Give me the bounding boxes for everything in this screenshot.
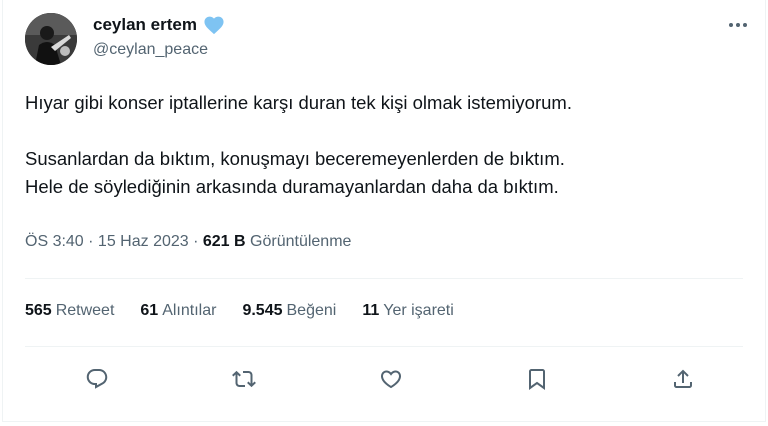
tweet-card: ceylan ertem @ceylan_peace Hıyar gibi ko…: [2, 0, 766, 422]
stat-label: Retweet: [55, 302, 115, 319]
author-display-name[interactable]: ceylan ertem: [93, 15, 197, 35]
stat-retweets[interactable]: 565 Retweet: [25, 302, 114, 320]
divider: [25, 278, 743, 279]
stat-count: 11: [362, 302, 380, 319]
reply-icon: [86, 369, 108, 389]
stat-label: Alıntılar: [162, 302, 217, 319]
retweet-button[interactable]: [228, 363, 260, 395]
more-icon: [729, 23, 747, 27]
author-name-row[interactable]: ceylan ertem: [93, 14, 225, 36]
meta-separator: ·: [83, 233, 98, 250]
stat-label: Beğeni: [286, 302, 337, 319]
reply-button[interactable]: [81, 363, 113, 395]
tweet-line: Hele de söylediğinin arkasında duramayan…: [25, 176, 559, 197]
stat-count: 9.545: [242, 302, 283, 319]
divider: [25, 346, 743, 347]
blue-heart-icon: [203, 15, 225, 35]
stat-count: 61: [140, 302, 159, 319]
tweet-line: Hıyar gibi konser iptallerine karşı dura…: [25, 92, 572, 113]
avatar[interactable]: [25, 13, 77, 65]
share-icon: [674, 369, 692, 388]
stat-quotes[interactable]: 61 Alıntılar: [140, 302, 216, 320]
tweet-line: Susanlardan da bıktım, konuşmayı becerem…: [25, 148, 565, 169]
author-handle[interactable]: @ceylan_peace: [93, 41, 208, 59]
stat-likes[interactable]: 9.545 Beğeni: [242, 302, 336, 320]
share-button[interactable]: [667, 363, 699, 395]
stat-count: 565: [25, 302, 52, 319]
views-label: Görüntülenme: [250, 233, 352, 250]
tweet-text: Hıyar gibi konser iptallerine karşı dura…: [25, 89, 745, 201]
like-button[interactable]: [375, 363, 407, 395]
engagement-stats: 565 Retweet 61 Alıntılar 9.545 Beğeni 11 Yer…: [25, 302, 480, 320]
views-count: 621 B: [202, 233, 246, 250]
tweet-date[interactable]: 15 Haz 2023: [98, 233, 189, 250]
stat-bookmarks[interactable]: 11 Yer işareti: [362, 302, 453, 320]
avatar-image: [25, 13, 77, 65]
like-icon: [380, 370, 402, 389]
retweet-icon: [232, 370, 256, 388]
tweet-time[interactable]: ÖS 3:40: [25, 233, 84, 250]
tweet-meta: ÖS 3:40 · 15 Haz 2023 · 621 B Görüntülen…: [25, 233, 351, 251]
stat-label: Yer işareti: [383, 302, 454, 319]
meta-separator: ·: [188, 233, 203, 250]
action-bar: [3, 363, 765, 395]
bookmark-icon: [529, 369, 545, 390]
more-options-button[interactable]: [725, 14, 751, 36]
bookmark-button[interactable]: [521, 363, 553, 395]
